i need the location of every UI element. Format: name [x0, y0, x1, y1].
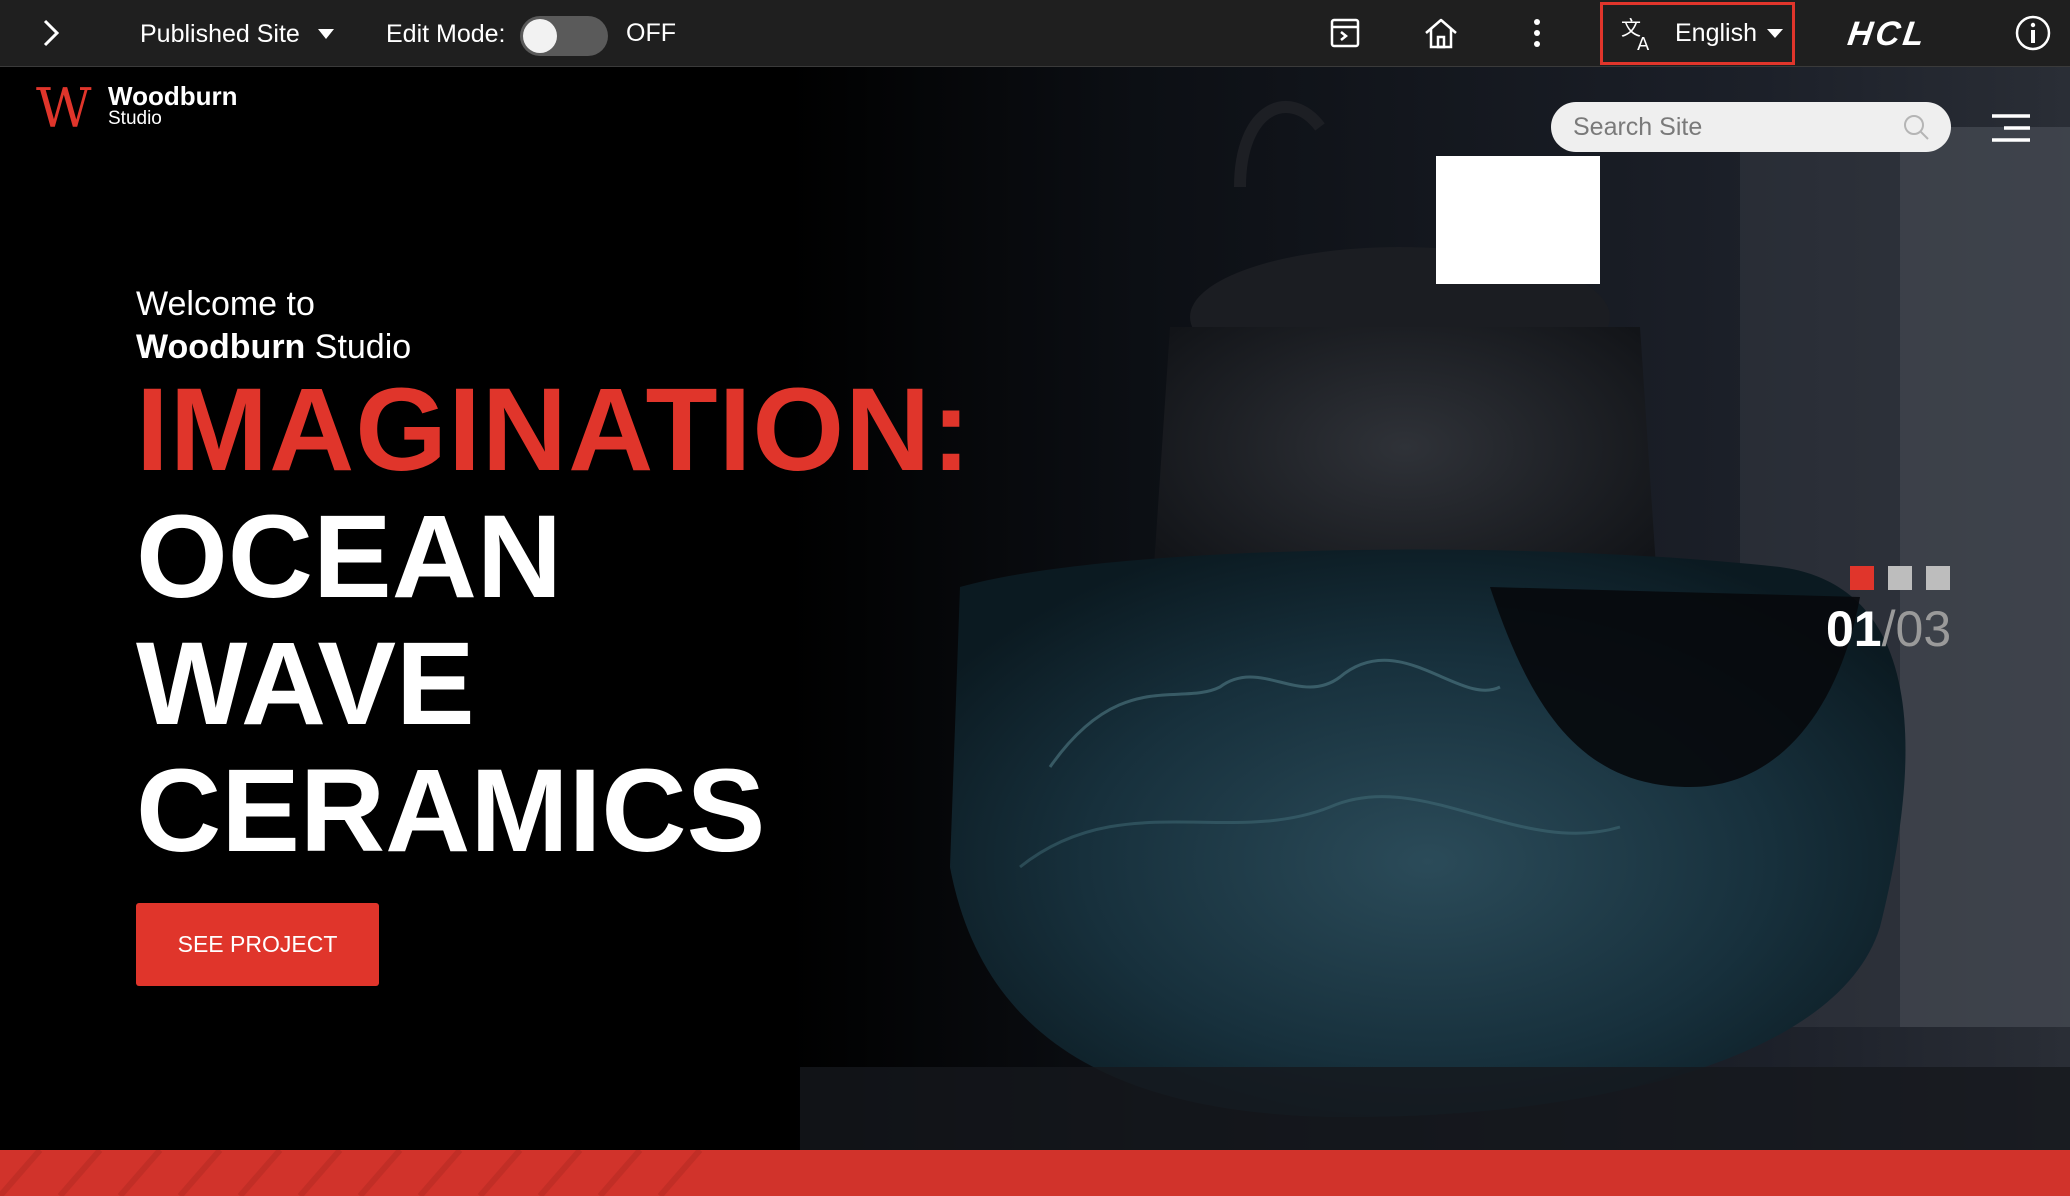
edit-mode-state: OFF — [626, 19, 676, 47]
chevron-right-icon[interactable] — [36, 16, 66, 50]
site-selector-label: Published Site — [140, 19, 300, 48]
welcome-brand: Woodburn — [136, 328, 306, 366]
blank-popup-panel — [1436, 156, 1600, 284]
language-label: English — [1675, 19, 1757, 47]
hamburger-menu-icon[interactable] — [1990, 113, 2032, 143]
language-selector[interactable]: 文 A English — [1600, 2, 1795, 65]
home-icon[interactable] — [1422, 14, 1460, 52]
chevron-down-icon — [1767, 29, 1783, 38]
translate-icon: 文 A — [1621, 16, 1650, 53]
welcome-brand-line: Woodburn Studio — [136, 325, 411, 369]
headline-line-1: OCEAN — [136, 491, 563, 623]
headline-accent: IMAGINATION: — [136, 364, 972, 496]
welcome-sub: Studio — [305, 328, 412, 366]
slide-counter: 01/03 — [1826, 601, 1951, 657]
slide-separator: / — [1881, 601, 1896, 657]
w-logo-icon: W — [36, 83, 92, 133]
slide-pagination — [1850, 566, 1950, 590]
svg-text:A: A — [1637, 34, 1650, 53]
headline-line-3: CERAMICS — [136, 745, 766, 877]
edit-mode-label: Edit Mode: — [386, 20, 506, 48]
slide-dot-1[interactable] — [1850, 566, 1874, 590]
hero-headline: IMAGINATION: OCEAN WAVE CERAMICS — [136, 367, 972, 875]
more-vertical-icon[interactable] — [1518, 14, 1556, 52]
search-icon[interactable] — [1901, 112, 1931, 142]
authoring-toolbar: Published Site Edit Mode: OFF 文 A Englis… — [0, 0, 2070, 67]
hero-banner: W Woodburn Studio Search Site Welcome to… — [0, 67, 2070, 1150]
svg-text:W: W — [36, 83, 92, 133]
toggle-knob — [523, 19, 557, 53]
bottom-red-band — [0, 1150, 2070, 1196]
search-placeholder: Search Site — [1573, 112, 1703, 141]
edit-mode-toggle[interactable] — [520, 16, 608, 56]
chevron-down-icon — [317, 29, 334, 39]
slide-dot-2[interactable] — [1888, 566, 1912, 590]
slide-dot-3[interactable] — [1926, 566, 1950, 590]
site-logo[interactable]: W Woodburn Studio — [36, 83, 237, 133]
see-project-button[interactable]: SEE PROJECT — [136, 903, 379, 986]
hcl-logo: HCL — [1845, 15, 1930, 53]
site-search-input[interactable]: Search Site — [1551, 102, 1951, 152]
slide-current: 01 — [1826, 601, 1882, 657]
info-icon[interactable] — [2014, 14, 2052, 52]
slide-total: 03 — [1895, 601, 1952, 657]
headline-line-2: WAVE — [136, 618, 475, 750]
welcome-line: Welcome to — [136, 285, 315, 323]
logo-brand-text: Woodburn — [108, 81, 238, 111]
logo-sub-text: Studio — [108, 108, 162, 129]
preview-panel-icon[interactable] — [1326, 14, 1364, 52]
site-selector-dropdown[interactable]: Published Site — [140, 18, 334, 50]
